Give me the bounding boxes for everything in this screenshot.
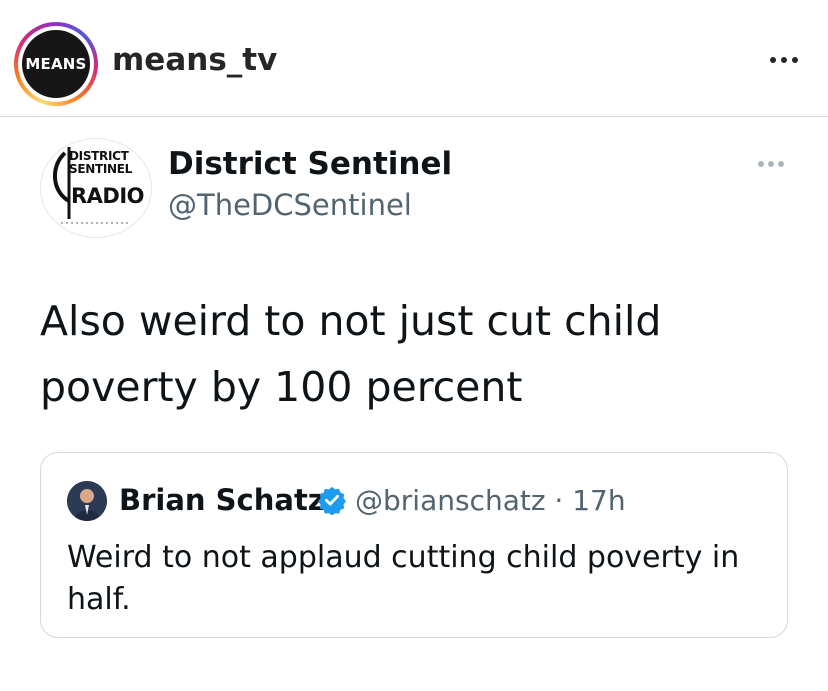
quoted-handle-time[interactable]: @brianschatz · 17h — [355, 484, 626, 517]
tweet-author-avatar[interactable]: DISTRICT SENTINEL RADIO — [40, 138, 152, 238]
instagram-username[interactable]: means_tv — [112, 42, 277, 78]
more-options-icon[interactable] — [764, 48, 804, 72]
instagram-post-header: MEANS means_tv — [0, 0, 828, 118]
person-photo-icon — [67, 481, 107, 521]
quoted-tweet-text: Weird to not applaud cutting child pover… — [67, 540, 740, 617]
tweet-text: Also weird to not just cut child poverty… — [40, 297, 662, 411]
tweet-author-name[interactable]: District Sentinel — [168, 146, 452, 182]
logo-line-1: DISTRICT — [69, 149, 129, 163]
tweet-more-icon[interactable] — [752, 154, 790, 174]
quoted-tweet-card[interactable]: Brian Schatz @brianschatz · 17h Weird to… — [40, 452, 788, 638]
quoted-author-avatar[interactable] — [67, 481, 107, 521]
verified-badge-icon — [318, 486, 346, 515]
header-divider — [0, 116, 828, 117]
tweet-author-handle[interactable]: @TheDCSentinel — [168, 188, 412, 222]
logo-line-3: RADIO — [71, 184, 145, 208]
instagram-avatar[interactable]: MEANS — [22, 30, 90, 98]
avatar-logo-text: MEANS — [25, 55, 87, 73]
quoted-author-name[interactable]: Brian Schatz — [119, 483, 325, 517]
logo-line-2: SENTINEL — [69, 162, 133, 176]
instagram-story-ring[interactable]: MEANS — [14, 22, 98, 106]
